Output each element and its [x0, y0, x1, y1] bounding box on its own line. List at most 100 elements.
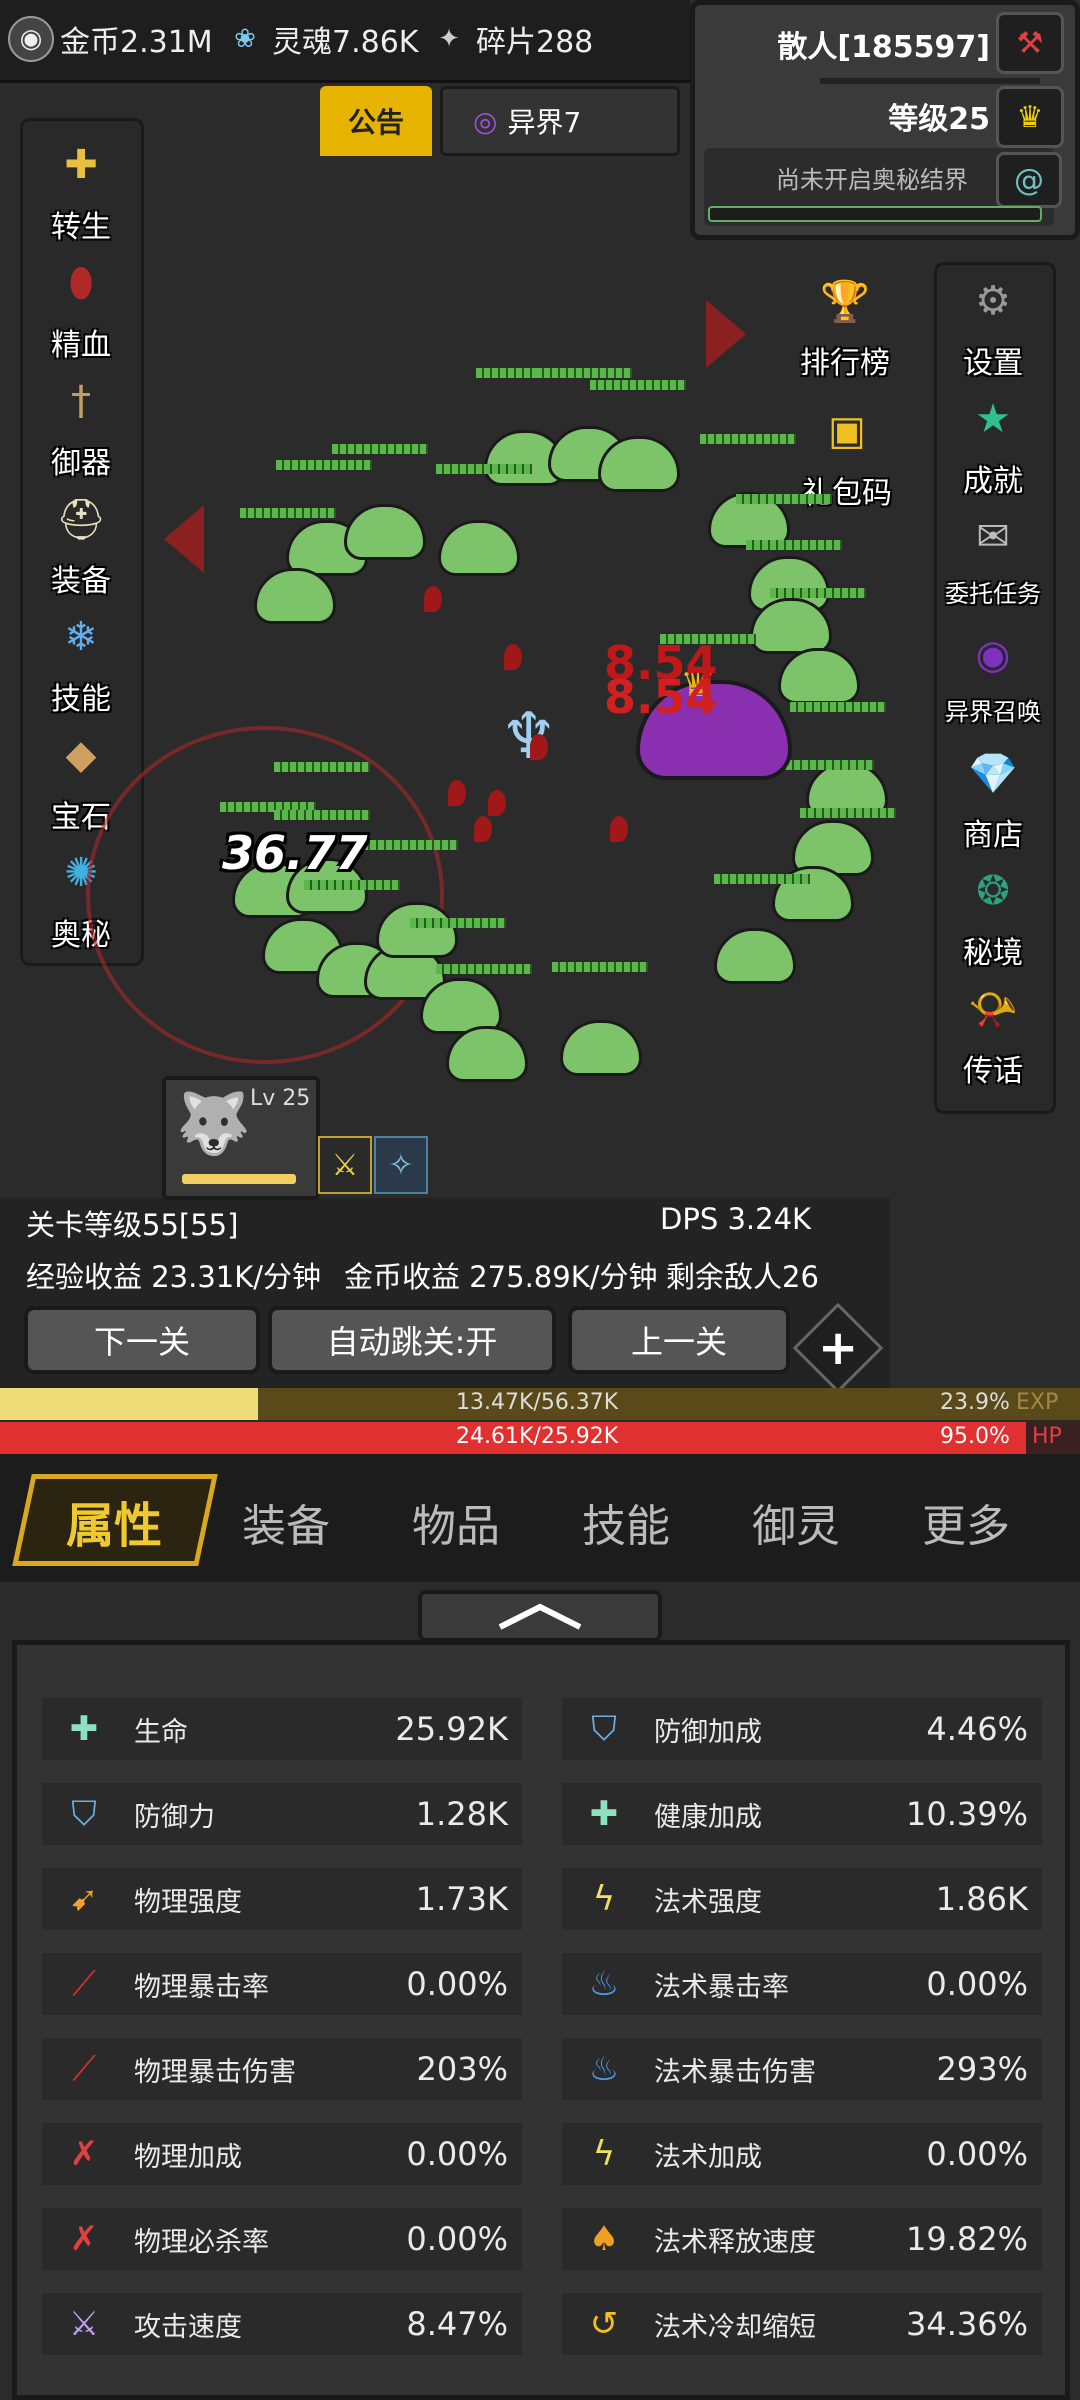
stat-value: 25.92K [395, 1710, 508, 1748]
next-area-arrow-icon[interactable] [706, 300, 746, 368]
menu-label: 商店 [963, 818, 1023, 853]
menu-label: 转生 [51, 210, 111, 245]
prev-area-arrow-icon[interactable] [164, 505, 204, 573]
health-cross-icon: ✚ [589, 1794, 619, 1834]
stat-name: 法术强度 [654, 1886, 762, 1918]
enemies-left: 剩余敌人26 [666, 1260, 819, 1294]
soul-icon: ❀ [234, 24, 256, 54]
stats-grid: ✚ 生命 25.92K ⛉ 防御加成 4.46% ⛉ 防御力 1.28K ✚ 健康加成 10.3… [42, 1698, 1042, 2355]
next-stage-button[interactable]: 下一关 [24, 1306, 260, 1374]
stat-row: ↺ 法术冷却缩短 34.36% [562, 2293, 1042, 2355]
gold-rate: 金币收益 275.89K/分钟 [344, 1260, 658, 1294]
blue-flame-icon: ♨ [588, 1964, 620, 2004]
tab-spirits[interactable]: 御灵 [752, 1490, 840, 1554]
menu-label: 委托任务 [945, 580, 1041, 608]
slime-enemy [560, 1020, 642, 1076]
tab-more[interactable]: 更多 [922, 1490, 1010, 1554]
collapse-button[interactable] [418, 1590, 662, 1642]
exp-bar-fill [0, 1388, 259, 1420]
enemy-health-bar [714, 874, 810, 884]
claw-icon: ➹ [69, 1879, 99, 1919]
soul-amount: 灵魂7.86K [272, 25, 419, 60]
spiral-icon[interactable]: @ [996, 152, 1062, 208]
pickaxe-icon[interactable]: ⚒ [996, 12, 1064, 74]
plus-icon: + [818, 1320, 859, 1376]
enemy-health-bar [552, 962, 648, 972]
stat-name: 物理必杀率 [134, 2226, 269, 2258]
lightning-icon: ϟ [592, 2134, 616, 2174]
menu-label: 成就 [963, 464, 1023, 499]
stat-name: 法术释放速度 [654, 2226, 816, 2258]
prev-stage-button[interactable]: 上一关 [568, 1306, 790, 1374]
menu-message[interactable]: 📯 传话 [938, 974, 1048, 1092]
menu-blood-essence[interactable]: ⬮ 精血 [26, 248, 136, 366]
pet-card[interactable]: 🐺 Lv 25 [162, 1076, 320, 1200]
treasure-chest-icon: ▣ [828, 408, 866, 454]
scroll-icon: ✉ [976, 514, 1010, 560]
stat-name: 物理加成 [134, 2141, 242, 2173]
world-tab[interactable]: ◎ 异界7 [440, 86, 680, 156]
crown-icon[interactable]: ♛ [996, 86, 1064, 148]
sword-skill-icon[interactable]: ⚔ [318, 1136, 372, 1194]
menu-label: 装备 [51, 564, 111, 599]
notice-tab[interactable]: 公告 [320, 86, 432, 156]
blood-essence-icon: ⬮ [68, 260, 94, 306]
stat-row: ⛉ 防御力 1.28K [42, 1783, 522, 1845]
exp-rate: 经验收益 23.31K/分钟 [26, 1260, 322, 1294]
wolf-pet-icon: 🐺 [176, 1089, 251, 1159]
enemy-health-bar [274, 810, 370, 820]
menu-quests[interactable]: ✉ 委托任务 [938, 502, 1048, 620]
stat-name: 攻击速度 [134, 2311, 242, 2343]
tab-attributes[interactable]: 属性 [66, 1486, 162, 1556]
slime-enemy [344, 504, 426, 560]
menu-shop[interactable]: 💎 商店 [938, 738, 1048, 856]
enemy-health-bar [276, 460, 372, 470]
health-cross-icon: ✚ [69, 1709, 99, 1749]
enemy-health-bar [746, 540, 842, 550]
enemy-health-bar [736, 494, 832, 504]
pet-exp-bar [182, 1174, 296, 1184]
gift-code-label: 礼包码 [802, 476, 892, 511]
menu-achievement[interactable]: ★ 成就 [938, 384, 1048, 502]
blood-slash-icon: ✗ [69, 2134, 99, 2174]
tab-items[interactable]: 物品 [412, 1490, 500, 1554]
menu-secret-realm[interactable]: ❂ 秘境 [938, 856, 1048, 974]
menu-rebirth[interactable]: ✚ 转生 [26, 130, 136, 248]
slime-enemy [714, 928, 796, 984]
stat-row: ✚ 生命 25.92K [42, 1698, 522, 1760]
tab-skills[interactable]: 技能 [582, 1490, 670, 1554]
ranking-button[interactable]: 🏆 排行榜 [790, 266, 900, 384]
auto-skip-button[interactable]: 自动跳关:开 [268, 1306, 556, 1374]
damage-number: 36.77 [222, 826, 368, 880]
stat-value: 8.47% [406, 2305, 508, 2343]
stat-value: 0.00% [406, 2135, 508, 2173]
stat-row: ⛉ 防御加成 4.46% [562, 1698, 1042, 1760]
stat-row: ⟋ 物理暴击伤害 203% [42, 2038, 522, 2100]
slime-enemy [778, 648, 860, 704]
enemy-health-bar [800, 808, 896, 818]
blood-slash-icon: ✗ [69, 2219, 99, 2259]
shop-bag-icon: 💎 [968, 750, 1018, 797]
tab-equipment[interactable]: 装备 [242, 1490, 330, 1554]
menu-skill[interactable]: ❄ 技能 [26, 602, 136, 720]
blue-flame-icon: ♨ [588, 2049, 620, 2089]
stat-name: 法术暴击伤害 [654, 2056, 816, 2088]
damage-number: 8.54 [604, 670, 718, 724]
blood-drop [530, 734, 548, 760]
enemy-health-bar [770, 588, 866, 598]
stat-row: ϟ 法术强度 1.86K [562, 1868, 1042, 1930]
stat-row: ♨ 法术暴击率 0.00% [562, 1953, 1042, 2015]
stat-value: 0.00% [926, 2135, 1028, 2173]
enemy-health-bar [536, 368, 632, 378]
enemy-health-bar [436, 964, 532, 974]
menu-settings[interactable]: ⚙ 设置 [938, 266, 1048, 384]
stat-name: 法术冷却缩短 [654, 2311, 816, 2343]
menu-equipment[interactable]: ⛑ 装备 [26, 484, 136, 602]
stat-row: ♠ 法术释放速度 19.82% [562, 2208, 1042, 2270]
wind-skill-icon[interactable]: ✧ [374, 1136, 428, 1194]
menu-artifact[interactable]: † 御器 [26, 366, 136, 484]
slash-icon: ⟋ [72, 1964, 96, 2004]
stat-value: 4.46% [926, 1710, 1028, 1748]
menu-label: 传话 [963, 1054, 1023, 1089]
menu-summon[interactable]: ◉ 异界召唤 [938, 620, 1048, 738]
